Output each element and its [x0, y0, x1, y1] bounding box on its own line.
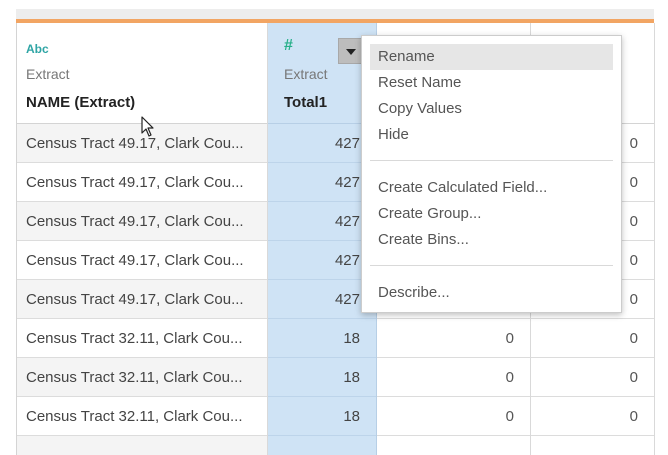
total-cell: 427 — [334, 213, 360, 230]
value-cell: 0 — [629, 330, 638, 347]
table-row[interactable]: 0 — [377, 397, 530, 436]
column-field-name: NAME (Extract) — [26, 94, 136, 111]
value-cell: 0 — [629, 369, 638, 386]
menu-item-create-group[interactable]: Create Group... — [370, 201, 613, 227]
menu-item-create-bins[interactable]: Create Bins... — [370, 227, 613, 253]
column-field-name: Total1 — [284, 94, 328, 111]
column-header-name[interactable]: Abc Extract NAME (Extract) — [17, 23, 267, 124]
table-row[interactable]: Census Tract 32.11, Clark Cou... — [17, 319, 267, 358]
table-row[interactable]: 0 — [531, 358, 654, 397]
total-cell: 18 — [343, 330, 360, 347]
value-cell: 0 — [629, 135, 638, 152]
name-cell: Census Tract 49.17, Clark Cou... — [26, 291, 244, 308]
mouse-pointer-icon — [141, 116, 154, 137]
menu-divider — [370, 265, 613, 266]
value-cell: 0 — [629, 252, 638, 269]
header-strip — [16, 9, 654, 19]
table-row[interactable]: 427 — [268, 241, 376, 280]
column-name-extract[interactable]: Abc Extract NAME (Extract) Census Tract … — [17, 23, 268, 455]
value-cell: 0 — [629, 291, 638, 308]
table-row[interactable] — [268, 436, 376, 455]
menu-item-create-calculated-field[interactable]: Create Calculated Field... — [370, 175, 613, 201]
table-row[interactable]: 18 — [268, 397, 376, 436]
name-cell: Census Tract 49.17, Clark Cou... — [26, 135, 244, 152]
column-source-label: Extract — [26, 66, 70, 82]
table-row[interactable]: 18 — [268, 358, 376, 397]
table-row[interactable]: Census Tract 49.17, Clark Cou... — [17, 241, 267, 280]
total-cell: 18 — [343, 369, 360, 386]
table-row[interactable] — [377, 436, 530, 455]
name-cell: Census Tract 32.11, Clark Cou... — [26, 408, 243, 425]
menu-item-describe[interactable]: Describe... — [370, 280, 613, 306]
total-cell: 427 — [334, 135, 360, 152]
table-row[interactable]: 18 — [268, 319, 376, 358]
table-row[interactable] — [17, 436, 267, 455]
number-type-icon: # — [284, 37, 293, 54]
table-row[interactable]: 0 — [531, 319, 654, 358]
menu-divider — [370, 160, 613, 161]
abc-type-icon: Abc — [26, 42, 49, 56]
table-row[interactable]: 0 — [377, 319, 530, 358]
menu-item-copy-values[interactable]: Copy Values — [370, 96, 613, 122]
table-row[interactable]: Census Tract 49.17, Clark Cou... — [17, 280, 267, 319]
column-context-menu: Rename Reset Name Copy Values Hide Creat… — [361, 35, 622, 313]
table-row[interactable] — [531, 436, 654, 455]
total-cell: 427 — [334, 174, 360, 191]
table-row[interactable]: Census Tract 49.17, Clark Cou... — [17, 163, 267, 202]
table-row[interactable]: Census Tract 49.17, Clark Cou... — [17, 202, 267, 241]
column-source-label: Extract — [284, 66, 328, 82]
table-row[interactable]: 0 — [377, 358, 530, 397]
value-cell: 0 — [505, 369, 514, 386]
value-cell: 0 — [505, 330, 514, 347]
menu-item-rename[interactable]: Rename — [370, 44, 613, 70]
column-header-total1[interactable]: # Extract Total1 — [268, 23, 376, 124]
value-cell: 0 — [629, 174, 638, 191]
value-cell: 0 — [629, 408, 638, 425]
name-cell: Census Tract 32.11, Clark Cou... — [26, 330, 243, 347]
table-row[interactable]: Census Tract 32.11, Clark Cou... — [17, 358, 267, 397]
total-cell: 427 — [334, 252, 360, 269]
table-row[interactable]: 427 — [268, 163, 376, 202]
table-row[interactable]: 0 — [531, 397, 654, 436]
table-row[interactable]: 427 — [268, 124, 376, 163]
value-cell: 0 — [629, 213, 638, 230]
total-cell: 18 — [343, 408, 360, 425]
column-menu-dropdown-button[interactable] — [338, 38, 362, 64]
name-cell: Census Tract 49.17, Clark Cou... — [26, 252, 244, 269]
name-cell: Census Tract 32.11, Clark Cou... — [26, 369, 243, 386]
value-cell: 0 — [505, 408, 514, 425]
table-row[interactable]: 427 — [268, 280, 376, 319]
name-cell: Census Tract 49.17, Clark Cou... — [26, 174, 244, 191]
menu-item-reset-name[interactable]: Reset Name — [370, 70, 613, 96]
table-row[interactable]: Census Tract 32.11, Clark Cou... — [17, 397, 267, 436]
table-row[interactable]: 427 — [268, 202, 376, 241]
menu-item-hide[interactable]: Hide — [370, 122, 613, 148]
name-cell: Census Tract 49.17, Clark Cou... — [26, 213, 244, 230]
total-cell: 427 — [334, 291, 360, 308]
